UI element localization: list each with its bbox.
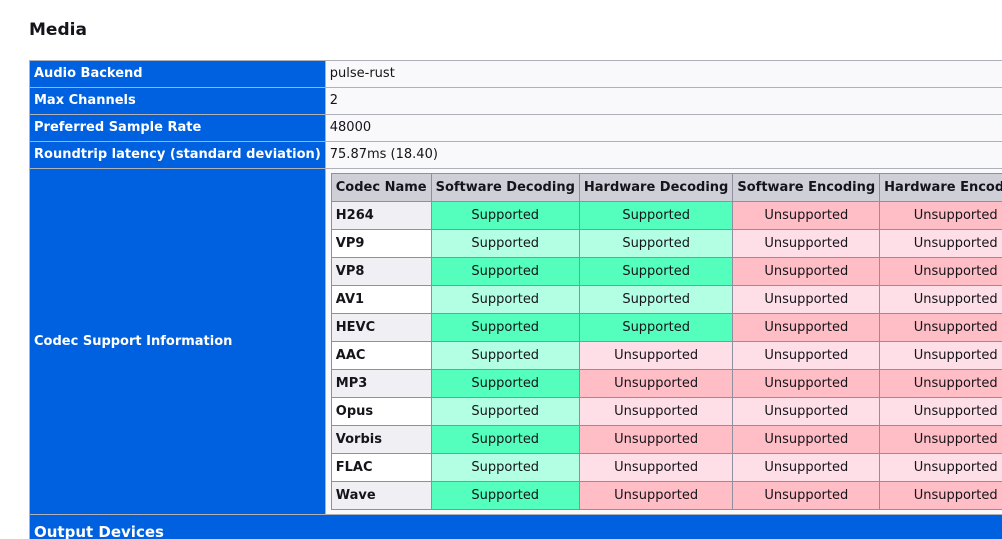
- codec-status-he: Unsupported: [879, 341, 1002, 370]
- codec-status-he: Unsupported: [879, 425, 1002, 454]
- media-page: Media Audio Backend pulse-rust Max Chann…: [0, 0, 1002, 539]
- codec-support-table: Codec Name Software Decoding Hardware De…: [330, 173, 1002, 510]
- codec-status-sd: Supported: [430, 481, 580, 510]
- info-row-audio-backend: Audio Backend pulse-rust: [29, 60, 1002, 88]
- info-row-max-channels: Max Channels 2: [29, 87, 1002, 115]
- codec-status-he: Unsupported: [879, 397, 1002, 426]
- info-row-codec-support: Codec Support Information Codec Name Sof…: [29, 168, 1002, 515]
- codec-status-he: Unsupported: [879, 453, 1002, 482]
- column-header-codec-name: Codec Name: [330, 173, 432, 202]
- codec-status-sd: Supported: [430, 201, 580, 230]
- codec-rows: H264 Supported Supported Unsupported Unsuppo…: [330, 201, 1002, 510]
- info-value: pulse-rust: [324, 60, 1002, 88]
- codec-row-vorbis: Vorbis Supported Unsupported Unsupported Uns…: [330, 425, 1002, 454]
- info-row-output-devices: Output Devices: [28, 514, 1002, 539]
- info-value: 2: [324, 87, 1002, 115]
- codec-status-he: Unsupported: [879, 257, 1002, 286]
- codec-status-hd: Supported: [578, 313, 734, 342]
- codec-name: Vorbis: [330, 425, 432, 454]
- codec-status-se: Unsupported: [732, 257, 881, 286]
- info-label: Roundtrip latency (standard deviation): [29, 141, 326, 169]
- codec-status-sd: Supported: [430, 285, 580, 314]
- codec-status-he: Unsupported: [879, 285, 1002, 314]
- section-title: Media: [29, 20, 87, 40]
- codec-status-he: Unsupported: [879, 201, 1002, 230]
- codec-name: AAC: [330, 341, 432, 370]
- codec-status-se: Unsupported: [732, 453, 881, 482]
- info-label: Audio Backend: [29, 60, 326, 88]
- codec-status-hd: Supported: [578, 285, 734, 314]
- codec-name: VP9: [330, 229, 432, 258]
- codec-status-hd: Unsupported: [578, 369, 734, 398]
- codec-name: H264: [330, 201, 432, 230]
- info-value: 48000: [324, 114, 1002, 142]
- codec-status-se: Unsupported: [732, 397, 881, 426]
- codec-status-sd: Supported: [430, 425, 580, 454]
- info-row-preferred-sample-rate: Preferred Sample Rate 48000: [29, 114, 1002, 142]
- codec-status-se: Unsupported: [732, 313, 881, 342]
- codec-name: MP3: [330, 369, 432, 398]
- codec-row-flac: FLAC Supported Unsupported Unsupported Unsup…: [330, 453, 1002, 482]
- codec-status-se: Unsupported: [732, 369, 881, 398]
- codec-status-he: Unsupported: [879, 229, 1002, 258]
- codec-header-row: Codec Name Software Decoding Hardware De…: [330, 173, 1002, 202]
- info-label: Codec Support Information: [29, 168, 326, 515]
- column-header-software-encoding: Software Encoding: [732, 173, 881, 202]
- codec-row-wave: Wave Supported Unsupported Unsupported Unsup…: [330, 481, 1002, 510]
- codec-status-hd: Unsupported: [578, 481, 734, 510]
- codec-status-sd: Supported: [430, 257, 580, 286]
- codec-status-hd: Unsupported: [578, 453, 734, 482]
- codec-row-av1: AV1 Supported Supported Unsupported Unsuppor…: [330, 285, 1002, 314]
- codec-status-he: Unsupported: [879, 369, 1002, 398]
- codec-status-hd: Supported: [578, 201, 734, 230]
- codec-status-se: Unsupported: [732, 425, 881, 454]
- codec-status-se: Unsupported: [732, 201, 881, 230]
- codec-status-se: Unsupported: [732, 285, 881, 314]
- info-value: 75.87ms (18.40): [324, 141, 1002, 169]
- codec-status-sd: Supported: [430, 369, 580, 398]
- info-label: Max Channels: [29, 87, 326, 115]
- codec-status-hd: Unsupported: [578, 425, 734, 454]
- output-devices-header: Output Devices: [28, 514, 1002, 539]
- codec-name: AV1: [330, 285, 432, 314]
- codec-row-mp3: MP3 Supported Unsupported Unsupported Unsupp…: [330, 369, 1002, 398]
- info-row-roundtrip-latency: Roundtrip latency (standard deviation) 7…: [29, 141, 1002, 169]
- codec-row-hevc: HEVC Supported Supported Unsupported Unsuppo…: [330, 313, 1002, 342]
- codec-status-sd: Supported: [430, 229, 580, 258]
- column-header-hardware-decoding: Hardware Decoding: [578, 173, 734, 202]
- codec-name: Opus: [330, 397, 432, 426]
- codec-row-opus: Opus Supported Unsupported Unsupported Unsup…: [330, 397, 1002, 426]
- codec-name: VP8: [330, 257, 432, 286]
- codec-row-vp8: VP8 Supported Supported Unsupported Unsuppor…: [330, 257, 1002, 286]
- info-label: Preferred Sample Rate: [29, 114, 326, 142]
- codec-status-hd: Unsupported: [578, 397, 734, 426]
- column-header-hardware-encoding: Hardware Encoding: [879, 173, 1002, 202]
- codec-status-sd: Supported: [430, 341, 580, 370]
- media-info-table: Audio Backend pulse-rust Max Channels 2 …: [28, 60, 1002, 539]
- codec-status-hd: Unsupported: [578, 341, 734, 370]
- codec-status-sd: Supported: [430, 453, 580, 482]
- codec-status-sd: Supported: [430, 313, 580, 342]
- codec-status-sd: Supported: [430, 397, 580, 426]
- codec-name: HEVC: [330, 313, 432, 342]
- codec-status-he: Unsupported: [879, 481, 1002, 510]
- codec-status-hd: Supported: [578, 257, 734, 286]
- codec-row-h264: H264 Supported Supported Unsupported Unsuppo…: [330, 201, 1002, 230]
- codec-name: FLAC: [330, 453, 432, 482]
- column-header-software-decoding: Software Decoding: [430, 173, 580, 202]
- codec-status-he: Unsupported: [879, 313, 1002, 342]
- codec-name: Wave: [330, 481, 432, 510]
- codec-row-aac: AAC Supported Unsupported Unsupported Unsupp…: [330, 341, 1002, 370]
- codec-status-hd: Supported: [578, 229, 734, 258]
- codec-status-se: Unsupported: [732, 481, 881, 510]
- codec-status-se: Unsupported: [732, 341, 881, 370]
- codec-status-se: Unsupported: [732, 229, 881, 258]
- codec-support-cell: Codec Name Software Decoding Hardware De…: [324, 168, 1002, 515]
- codec-row-vp9: VP9 Supported Supported Unsupported Unsuppor…: [330, 229, 1002, 258]
